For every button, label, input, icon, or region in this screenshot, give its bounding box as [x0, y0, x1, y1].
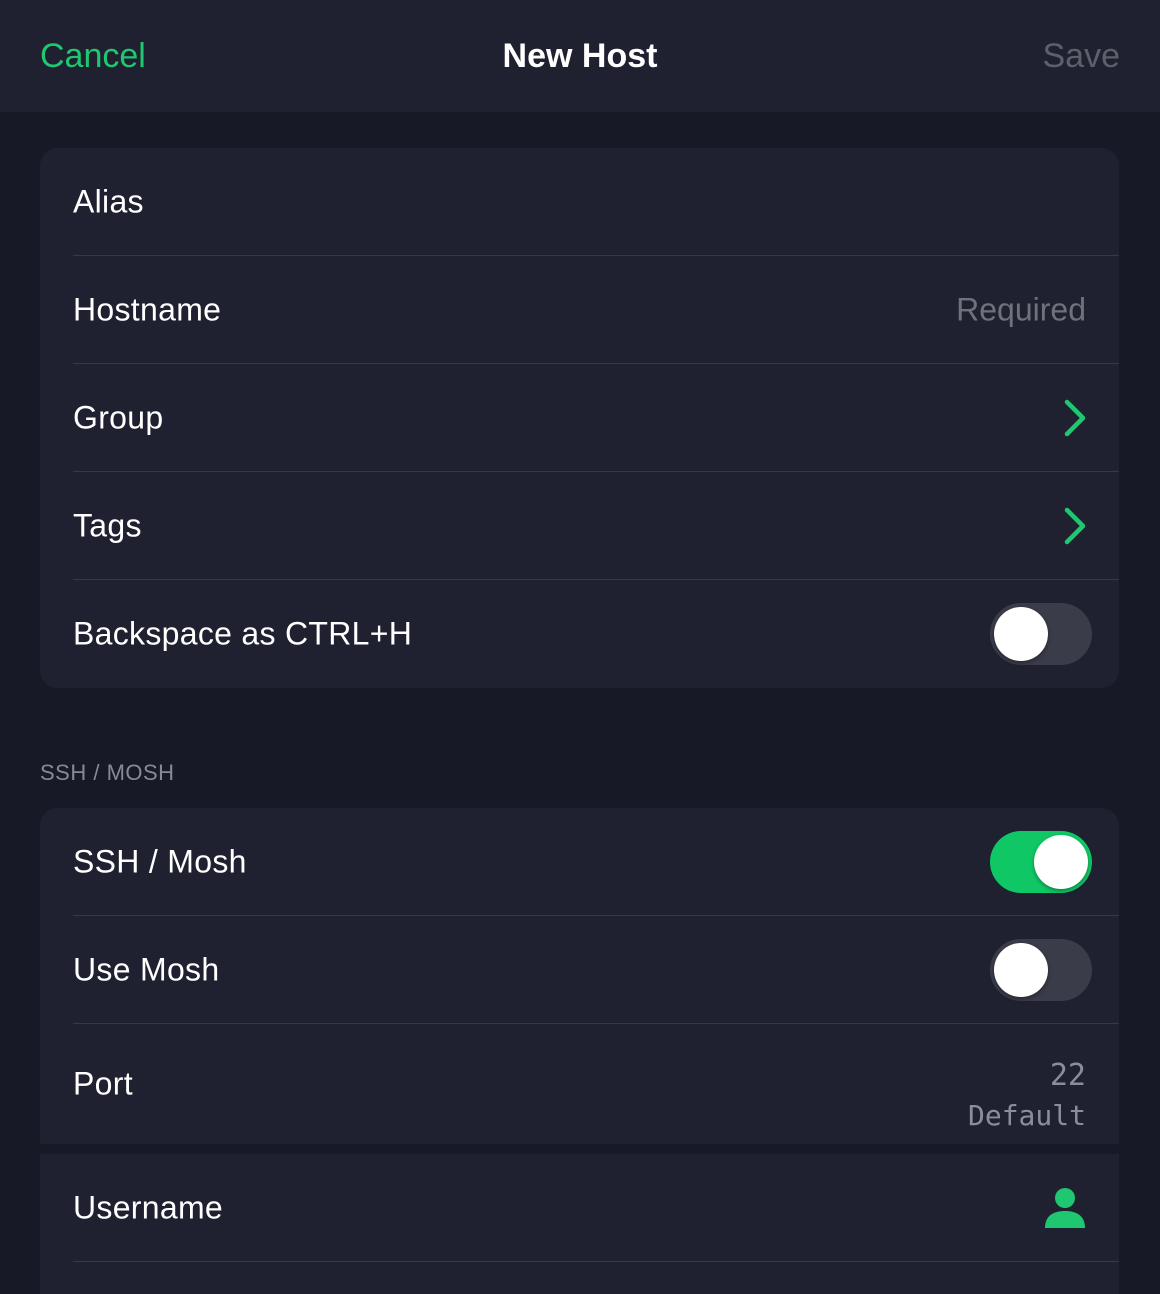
alias-row[interactable]: Alias: [40, 148, 1119, 256]
backspace-toggle[interactable]: [990, 603, 1092, 665]
port-row[interactable]: Port 22 Default: [40, 1024, 1119, 1144]
port-label: Port: [73, 1065, 133, 1102]
port-value: 22: [1049, 1058, 1086, 1093]
group-label: Group: [73, 399, 164, 436]
page-title: New Host: [502, 37, 658, 75]
tags-row[interactable]: Tags: [40, 472, 1119, 580]
username-label: Username: [73, 1189, 224, 1226]
ssh-mosh-group: SSH / Mosh Use Mosh Port 22 Default: [40, 808, 1119, 1144]
host-general-group: Alias Hostname Required Group Tags Backs…: [40, 148, 1119, 688]
ssh-mosh-row: SSH / Mosh: [40, 808, 1119, 916]
ssh-section-header: SSH / MOSH: [40, 760, 175, 785]
username-group: Username: [40, 1154, 1119, 1294]
tags-label: Tags: [73, 507, 142, 544]
user-icon[interactable]: [1043, 1186, 1087, 1230]
use-mosh-toggle[interactable]: [990, 939, 1092, 1001]
port-input[interactable]: 22 Default: [968, 1056, 1086, 1136]
backspace-row: Backspace as CTRL+H: [40, 580, 1119, 688]
alias-label: Alias: [73, 183, 144, 220]
navigation-bar: Cancel New Host Save: [0, 0, 1160, 112]
toggle-knob: [994, 607, 1048, 661]
toggle-knob: [994, 943, 1048, 997]
ssh-mosh-label: SSH / Mosh: [73, 843, 247, 880]
use-mosh-label: Use Mosh: [73, 951, 220, 988]
hostname-label: Hostname: [73, 291, 222, 328]
use-mosh-row: Use Mosh: [40, 916, 1119, 1024]
group-row[interactable]: Group: [40, 364, 1119, 472]
chevron-right-icon: [1064, 399, 1086, 437]
hostname-row[interactable]: Hostname Required: [40, 256, 1119, 364]
username-row[interactable]: Username: [40, 1154, 1119, 1262]
port-default-hint: Default: [967, 1099, 1086, 1132]
ssh-mosh-toggle[interactable]: [990, 831, 1092, 893]
hostname-input[interactable]: Required: [956, 292, 1086, 329]
chevron-right-icon: [1064, 507, 1086, 545]
backspace-label: Backspace as CTRL+H: [73, 615, 413, 652]
save-button[interactable]: Save: [1043, 34, 1121, 78]
toggle-knob: [1034, 835, 1088, 889]
